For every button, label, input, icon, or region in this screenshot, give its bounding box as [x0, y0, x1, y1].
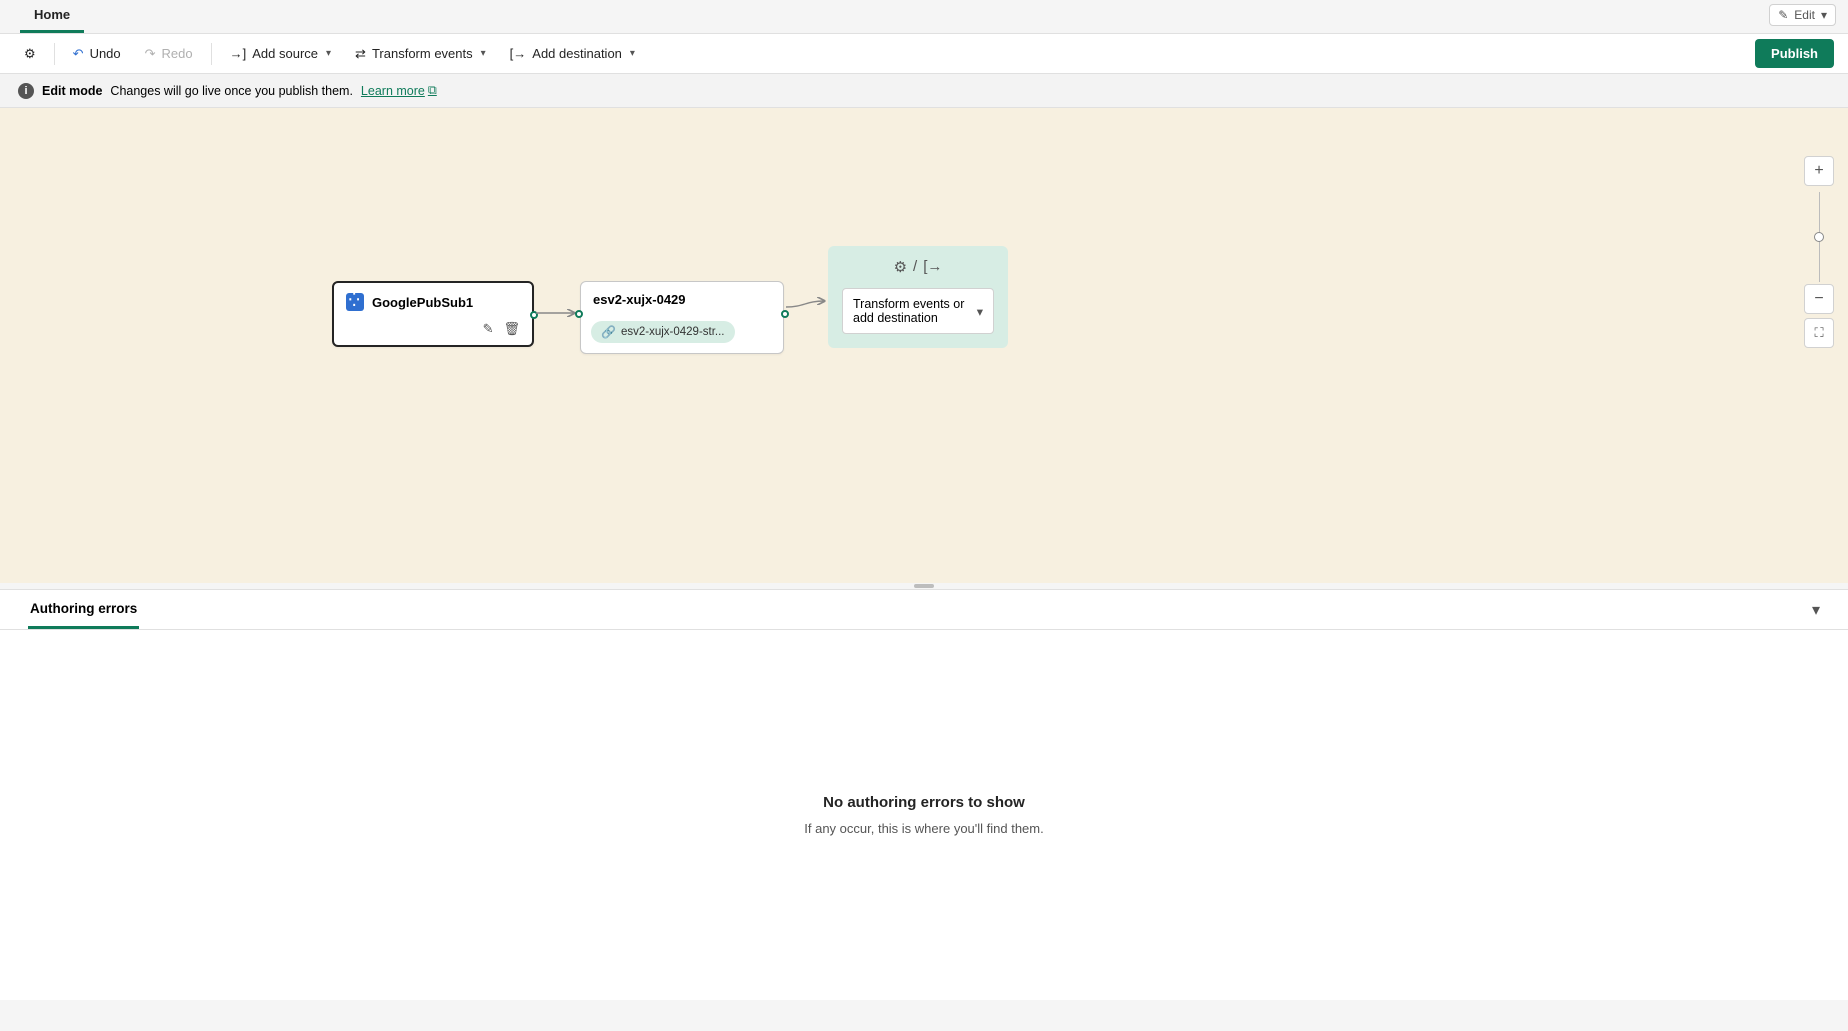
- node-source-title: GooglePubSub1: [372, 295, 473, 310]
- redo-label: Redo: [162, 46, 193, 61]
- add-source-label: Add source: [252, 46, 318, 61]
- edit-label: Edit: [1794, 8, 1815, 22]
- separator: [211, 43, 212, 65]
- add-destination-button[interactable]: [→ Add destination ▾: [500, 41, 645, 66]
- separator: [54, 43, 55, 65]
- output-port[interactable]: [781, 310, 789, 318]
- chevron-down-icon: ▾: [326, 48, 331, 59]
- pencil-icon: ✎: [1778, 8, 1788, 22]
- next-step-dropdown[interactable]: Transform events or add destination ▾: [842, 288, 994, 334]
- zoom-out-button[interactable]: −: [1804, 284, 1834, 314]
- settings-button[interactable]: ⚙: [14, 41, 46, 67]
- undo-label: Undo: [90, 46, 121, 61]
- edit-mode-message: Changes will go live once you publish th…: [110, 84, 353, 98]
- tab-authoring-errors[interactable]: Authoring errors: [28, 591, 139, 629]
- chevron-down-icon: ▾: [1821, 8, 1827, 22]
- chevron-down-icon: ▾: [977, 304, 983, 319]
- add-source-icon: →]: [230, 46, 247, 61]
- publish-button[interactable]: Publish: [1755, 39, 1834, 68]
- slash-separator: /: [913, 258, 917, 276]
- transform-icon: ⚙: [894, 258, 907, 276]
- undo-button[interactable]: ↶ Undo: [63, 41, 131, 67]
- transform-icon: ⇄: [355, 46, 366, 62]
- destination-icon: [→: [923, 258, 942, 276]
- collapse-panel-button[interactable]: ▾: [1812, 600, 1820, 620]
- node-source[interactable]: GooglePubSub1 ✎ 🗑: [332, 281, 534, 347]
- info-icon: i: [18, 83, 34, 99]
- edit-node-button[interactable]: ✎: [483, 321, 494, 337]
- link-icon: 🔗: [601, 325, 616, 339]
- google-pubsub-icon: [346, 293, 364, 311]
- redo-button: ↷ Redo: [135, 41, 203, 67]
- redo-icon: ↷: [145, 46, 156, 62]
- add-source-button[interactable]: →] Add source ▾: [220, 41, 341, 66]
- node-stream[interactable]: esv2-xujx-0429 🔗 esv2-xujx-0429-str...: [580, 281, 784, 354]
- output-port[interactable]: [530, 311, 538, 319]
- next-step-label: Transform events or add destination: [853, 297, 977, 325]
- node-next-panel: ⚙ / [→ Transform events or add destinati…: [828, 246, 1008, 348]
- node-stream-title: esv2-xujx-0429: [593, 292, 686, 307]
- tab-home[interactable]: Home: [20, 0, 84, 33]
- node-stream-pill[interactable]: 🔗 esv2-xujx-0429-str...: [591, 321, 735, 343]
- edit-mode-label: Edit mode: [42, 84, 102, 98]
- empty-state-title: No authoring errors to show: [823, 794, 1025, 811]
- learn-more-label: Learn more: [361, 84, 425, 98]
- undo-icon: ↶: [73, 46, 84, 62]
- gear-icon: ⚙: [24, 46, 36, 62]
- transform-events-label: Transform events: [372, 46, 473, 61]
- add-destination-icon: [→: [510, 46, 527, 61]
- panel-resize-grip[interactable]: [0, 583, 1848, 589]
- zoom-slider[interactable]: [1819, 192, 1820, 282]
- edit-mode-dropdown[interactable]: ✎ Edit ▾: [1769, 4, 1836, 26]
- transform-events-button[interactable]: ⇄ Transform events ▾: [345, 41, 496, 67]
- learn-more-link[interactable]: Learn more ⧉: [361, 83, 437, 98]
- chevron-down-icon: ▾: [481, 48, 486, 59]
- zoom-in-button[interactable]: +: [1804, 156, 1834, 186]
- external-link-icon: ⧉: [428, 83, 437, 98]
- zoom-handle[interactable]: [1814, 232, 1824, 242]
- node-stream-sub-label: esv2-xujx-0429-str...: [621, 326, 725, 338]
- add-destination-label: Add destination: [532, 46, 622, 61]
- zoom-fit-button[interactable]: ⛶: [1804, 318, 1834, 348]
- empty-state-subtitle: If any occur, this is where you'll find …: [804, 821, 1043, 836]
- input-port[interactable]: [575, 310, 583, 318]
- chevron-down-icon: ▾: [630, 48, 635, 59]
- canvas[interactable]: GooglePubSub1 ✎ 🗑 esv2-xujx-0429 🔗 esv2-…: [0, 108, 1848, 583]
- delete-node-button[interactable]: 🗑: [503, 321, 520, 337]
